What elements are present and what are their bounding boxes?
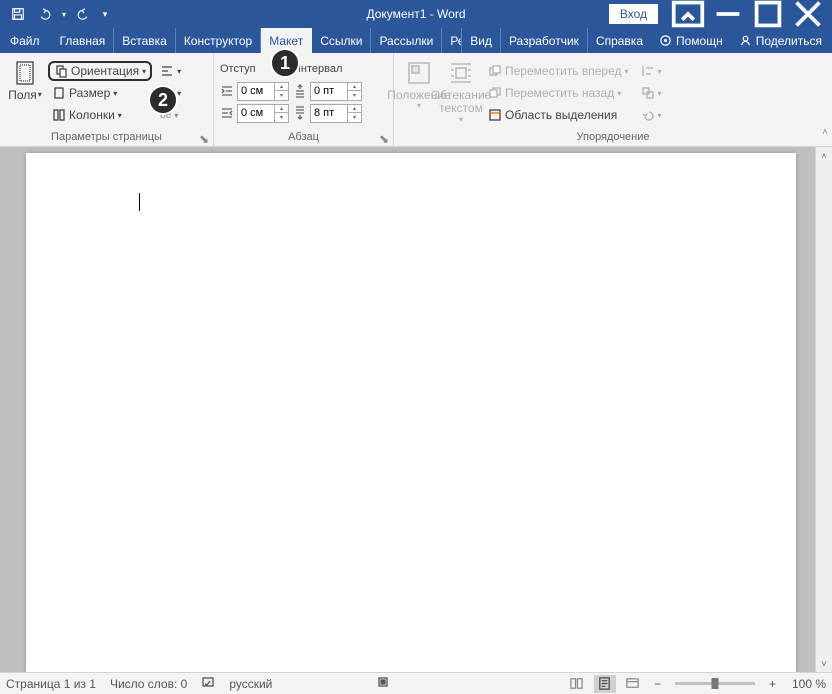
indent-right-icon — [220, 106, 234, 120]
wrap-label: Обтекание текстом — [431, 89, 491, 115]
paragraph-dialog-launcher[interactable]: ⬊ — [379, 132, 391, 144]
callout-2: 2 — [148, 85, 178, 115]
text-cursor — [139, 193, 140, 211]
title-bar: ▾ ▾ Документ1 - Word Вход — [0, 0, 832, 28]
tab-help[interactable]: Справка — [588, 28, 651, 53]
group-paragraph: Отступ 0 см▴▾ 0 см▴▾ Интервал 0 пт▴▾ — [214, 53, 394, 146]
status-macro-icon[interactable] — [376, 675, 390, 692]
qat-customize[interactable]: ▾ — [98, 2, 112, 26]
tab-home[interactable]: Главная — [52, 28, 115, 53]
group-paragraph-label: Абзац — [220, 129, 387, 146]
group-arrange-label: Упорядочение — [400, 129, 826, 146]
columns-label: Колонки — [69, 108, 115, 122]
tab-review[interactable]: Рецензирование — [442, 28, 462, 53]
indent-right-value: 0 см — [238, 107, 274, 119]
spacing-after-value: 8 пт — [311, 107, 347, 119]
indent-right-input[interactable]: 0 см▴▾ — [237, 104, 289, 123]
close-button[interactable] — [788, 0, 828, 28]
scroll-down-button[interactable]: ˅ — [816, 655, 832, 672]
spacing-header: Интервал — [293, 63, 362, 79]
zoom-thumb[interactable] — [711, 678, 718, 689]
zoom-slider[interactable] — [675, 682, 755, 685]
zoom-level[interactable]: 100 % — [786, 677, 826, 691]
columns-button[interactable]: Колонки▾ — [48, 105, 152, 125]
undo-button[interactable] — [32, 2, 56, 26]
bring-forward-button: Переместить вперед▾ — [484, 61, 633, 81]
tab-mailings[interactable]: Рассылки — [371, 28, 442, 53]
collapse-ribbon-button[interactable]: ˄ — [822, 127, 828, 138]
selection-pane-button[interactable]: Область выделения — [484, 105, 633, 125]
undo-dropdown[interactable]: ▾ — [58, 2, 70, 26]
maximize-button[interactable] — [748, 0, 788, 28]
status-right: − + 100 % — [566, 675, 826, 693]
document-page[interactable] — [26, 153, 796, 672]
window-title: Документ1 - Word — [366, 7, 465, 21]
margins-label: Поля — [8, 89, 37, 101]
share-label: Поделиться — [756, 34, 822, 48]
status-words[interactable]: Число слов: 0 — [110, 677, 187, 691]
view-read-button[interactable] — [566, 675, 588, 693]
save-button[interactable] — [6, 2, 30, 26]
group-page-setup: Поля▾ Ориентация▾ Размер▾ Колонки▾ ▾ ▾ — [0, 53, 214, 146]
send-backward-label: Переместить назад — [505, 86, 614, 100]
tell-me-label: Помощн — [676, 34, 723, 48]
indent-left-value: 0 см — [238, 85, 274, 97]
rotate-button: ▾ — [637, 105, 666, 125]
indent-left-input[interactable]: 0 см▴▾ — [237, 82, 289, 101]
tab-file[interactable]: Файл — [2, 28, 48, 53]
minimize-button[interactable] — [708, 0, 748, 28]
spacing-after-input[interactable]: 8 пт▴▾ — [310, 104, 362, 123]
status-bar: Страница 1 из 1 Число слов: 0 русский − … — [0, 672, 832, 694]
share-button[interactable]: Поделиться — [731, 34, 830, 48]
ribbon: Поля▾ Ориентация▾ Размер▾ Колонки▾ ▾ ▾ — [0, 53, 832, 147]
spacing-before-icon — [293, 84, 307, 98]
zoom-in-button[interactable]: + — [765, 677, 780, 691]
ribbon-options-button[interactable] — [668, 0, 708, 28]
document-area: ˄ ˅ — [0, 147, 832, 672]
size-label: Размер — [69, 86, 110, 100]
status-language[interactable]: русский — [229, 677, 272, 691]
redo-button[interactable] — [72, 2, 96, 26]
tab-design[interactable]: Конструктор — [176, 28, 261, 53]
view-print-button[interactable] — [594, 675, 616, 693]
status-page[interactable]: Страница 1 из 1 — [6, 677, 96, 691]
spacing-before-value: 0 пт — [311, 85, 347, 97]
view-web-button[interactable] — [622, 675, 644, 693]
tab-references[interactable]: Ссылки — [312, 28, 371, 53]
spacing-after-icon — [293, 106, 307, 120]
tab-insert[interactable]: Вставка — [114, 28, 176, 53]
bring-forward-label: Переместить вперед — [505, 64, 621, 78]
titlebar-right: Вход — [609, 0, 832, 28]
vertical-scrollbar[interactable]: ˄ ˅ — [815, 147, 832, 672]
group-page-setup-label: Параметры страницы — [6, 129, 207, 146]
align-button: ▾ — [637, 61, 666, 81]
zoom-out-button[interactable]: − — [650, 677, 665, 691]
spacing-before-input[interactable]: 0 пт▴▾ — [310, 82, 362, 101]
page-setup-dialog-launcher[interactable]: ⬊ — [199, 132, 211, 144]
tell-me-button[interactable]: Помощн — [651, 34, 731, 48]
selection-pane-label: Область выделения — [505, 108, 617, 122]
group-button: ▾ — [637, 83, 666, 103]
margins-button[interactable]: Поля▾ — [6, 57, 44, 129]
tab-developer[interactable]: Разработчик — [501, 28, 588, 53]
status-proof-icon[interactable] — [201, 675, 215, 692]
indent-left-icon — [220, 84, 234, 98]
quick-access-toolbar: ▾ ▾ — [0, 2, 112, 26]
breaks-button[interactable]: ▾ — [156, 61, 185, 81]
send-backward-button: Переместить назад▾ — [484, 83, 633, 103]
orientation-button[interactable]: Ориентация▾ — [48, 61, 152, 81]
signin-button[interactable]: Вход — [609, 4, 658, 24]
wrap-text-button: Обтекание текстом▾ — [442, 57, 480, 129]
scroll-up-button[interactable]: ˄ — [816, 147, 832, 164]
tab-view[interactable]: Вид — [462, 28, 501, 53]
callout-1: 1 — [270, 48, 300, 78]
orientation-label: Ориентация — [71, 64, 139, 78]
size-button[interactable]: Размер▾ — [48, 83, 152, 103]
group-arrange: Положение▾ Обтекание текстом▾ Переместит… — [394, 53, 832, 146]
